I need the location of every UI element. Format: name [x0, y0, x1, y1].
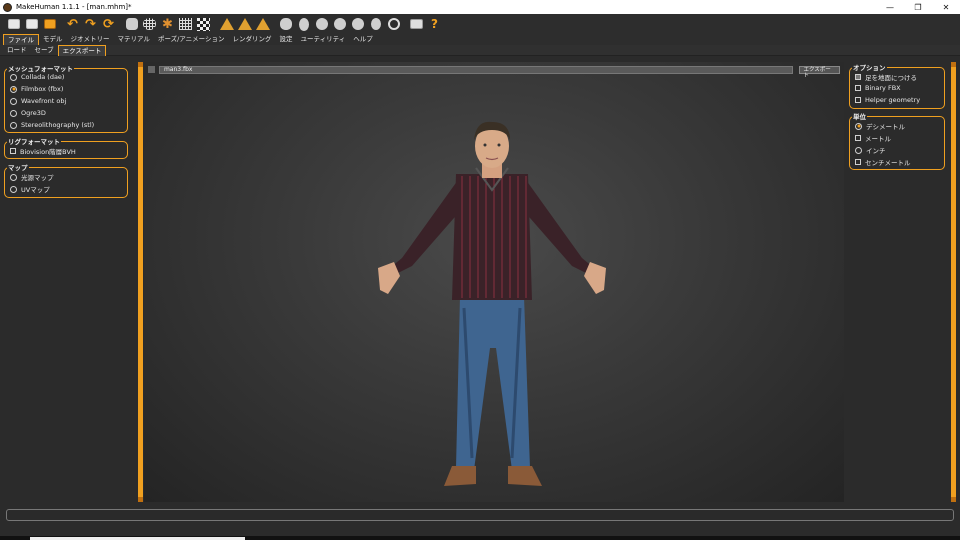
mesh-format-option-obj[interactable]: Wavefront obj — [10, 97, 66, 105]
side-view-icon[interactable] — [236, 16, 253, 33]
radio-icon — [855, 146, 862, 154]
unit-option-meter[interactable]: メートル — [855, 133, 891, 143]
radio-icon — [10, 109, 17, 117]
sub-tabs: ロード セーブ エクスポート — [0, 45, 960, 56]
mesh-format-group: メッシュフォーマット Collada (dae) Filmbox (fbx) W… — [4, 63, 128, 133]
reset-icon[interactable]: ⟳ — [100, 16, 117, 33]
checkbox-icon — [855, 159, 861, 165]
window-title: MakeHuman 1.1.1 - [man.mhm]* — [16, 3, 132, 11]
checkbox-icon — [855, 97, 861, 103]
option-binary-fbx[interactable]: Binary FBX — [855, 84, 901, 92]
right-view-icon[interactable] — [331, 16, 348, 33]
tab-model[interactable]: モデル — [39, 34, 67, 45]
frame-icon[interactable] — [385, 16, 402, 33]
tab-rendering[interactable]: レンダリング — [229, 34, 276, 45]
rig-format-option-bvh[interactable]: Biovision階層BVH — [10, 146, 76, 156]
window-controls: — ❐ ✕ — [876, 0, 960, 14]
left-view-icon[interactable] — [313, 16, 330, 33]
right-scroll-bar[interactable] — [951, 62, 956, 502]
radio-selected-icon — [10, 85, 17, 93]
smooth-icon[interactable] — [123, 16, 140, 33]
tab-load[interactable]: ロード — [3, 45, 31, 56]
head-icon[interactable] — [295, 16, 312, 33]
toolbar: ↶ ↷ ⟳ ✱ ? — [0, 14, 960, 34]
maps-title: マップ — [7, 162, 29, 172]
unit-option-decimeter[interactable]: デシメートル — [855, 121, 905, 131]
mesh-format-option-stl[interactable]: Stereolithography (stl) — [10, 121, 94, 129]
left-scroll-bar[interactable] — [138, 62, 143, 502]
units-title: 単位 — [852, 111, 867, 121]
screenshot-icon[interactable] — [408, 16, 425, 33]
minimize-button[interactable]: — — [876, 0, 904, 14]
face-view-icon[interactable] — [277, 16, 294, 33]
human-model — [378, 121, 606, 486]
left-panel: メッシュフォーマット Collada (dae) Filmbox (fbx) W… — [0, 57, 136, 502]
unit-option-inch[interactable]: インチ — [855, 145, 886, 155]
checker-icon[interactable] — [195, 16, 212, 33]
units-group: 単位 デシメートル メートル インチ センチメートル — [849, 111, 945, 170]
tab-pose-animation[interactable]: ポーズ/アニメーション — [154, 34, 229, 45]
undo-icon[interactable]: ↶ — [64, 16, 81, 33]
option-feet-on-ground[interactable]: 足を地面につける — [855, 72, 917, 82]
checkbox-checked-icon — [855, 74, 861, 80]
main-tabs: ファイル モデル ジオメトリー マテリアル ポーズ/アニメーション レンダリング… — [0, 34, 960, 45]
options-group: オプション 足を地面につける Binary FBX Helper geometr… — [849, 62, 945, 109]
radio-icon — [10, 185, 17, 193]
export-button[interactable]: エクスポート — [799, 65, 840, 79]
radio-selected-icon — [855, 122, 862, 130]
maps-option-light[interactable]: 光源マップ — [10, 172, 54, 182]
mesh-format-option-ogre3d[interactable]: Ogre3D — [10, 109, 46, 117]
status-bar — [6, 509, 954, 521]
option-helper-geometry[interactable]: Helper geometry — [855, 96, 920, 104]
radio-icon — [10, 73, 17, 81]
unit-option-centimeter[interactable]: センチメートル — [855, 157, 911, 167]
filename-input[interactable]: man3.fbx — [158, 65, 794, 74]
right-panel: オプション 足を地面につける Binary FBX Helper geometr… — [847, 57, 950, 502]
tab-help[interactable]: ヘルプ — [349, 34, 377, 45]
export-icon[interactable] — [41, 16, 58, 33]
tab-utilities[interactable]: ユーティリティ — [297, 34, 350, 45]
tab-file[interactable]: ファイル — [3, 34, 39, 45]
options-title: オプション — [852, 62, 887, 72]
mesh-format-option-collada[interactable]: Collada (dae) — [10, 73, 64, 81]
save-icon[interactable] — [23, 16, 40, 33]
checkbox-icon — [10, 148, 16, 154]
new-file-icon[interactable] — [5, 16, 22, 33]
rig-format-group: リグフォーマット Biovision階層BVH — [4, 136, 128, 159]
tab-material[interactable]: マテリアル — [114, 34, 154, 45]
tab-geometry[interactable]: ジオメトリー — [67, 34, 114, 45]
export-filename-bar: man3.fbx エクスポート — [148, 64, 840, 79]
title-bar: MakeHuman 1.1.1 - [man.mhm]* — ❐ ✕ — [0, 0, 960, 14]
app-icon — [3, 2, 12, 12]
help-icon[interactable]: ? — [426, 16, 443, 33]
restore-button[interactable]: ❐ — [904, 0, 932, 14]
checkbox-icon — [855, 85, 861, 91]
tab-export[interactable]: エクスポート — [57, 45, 107, 56]
checkbox-icon — [855, 135, 861, 141]
front-view-icon[interactable] — [218, 16, 235, 33]
maps-option-uv[interactable]: UVマップ — [10, 184, 50, 194]
radio-icon — [10, 173, 17, 181]
rig-format-title: リグフォーマット — [7, 136, 61, 146]
radio-icon — [10, 97, 17, 105]
top-view-icon[interactable] — [349, 16, 366, 33]
maps-group: マップ 光源マップ UVマップ — [4, 162, 128, 198]
grid-icon[interactable] — [177, 16, 194, 33]
mesh-format-option-fbx[interactable]: Filmbox (fbx) — [10, 85, 63, 93]
tab-settings[interactable]: 設定 — [276, 34, 297, 45]
filename-menu-icon[interactable] — [148, 66, 155, 73]
tab-save[interactable]: セーブ — [31, 45, 58, 56]
wireframe-icon[interactable] — [141, 16, 158, 33]
close-button[interactable]: ✕ — [932, 0, 960, 14]
bottom-view-icon[interactable] — [367, 16, 384, 33]
radio-icon — [10, 121, 17, 129]
mesh-format-title: メッシュフォーマット — [7, 63, 74, 73]
redo-icon[interactable]: ↷ — [82, 16, 99, 33]
back-view-icon[interactable] — [254, 16, 271, 33]
pose-icon[interactable]: ✱ — [159, 16, 176, 33]
